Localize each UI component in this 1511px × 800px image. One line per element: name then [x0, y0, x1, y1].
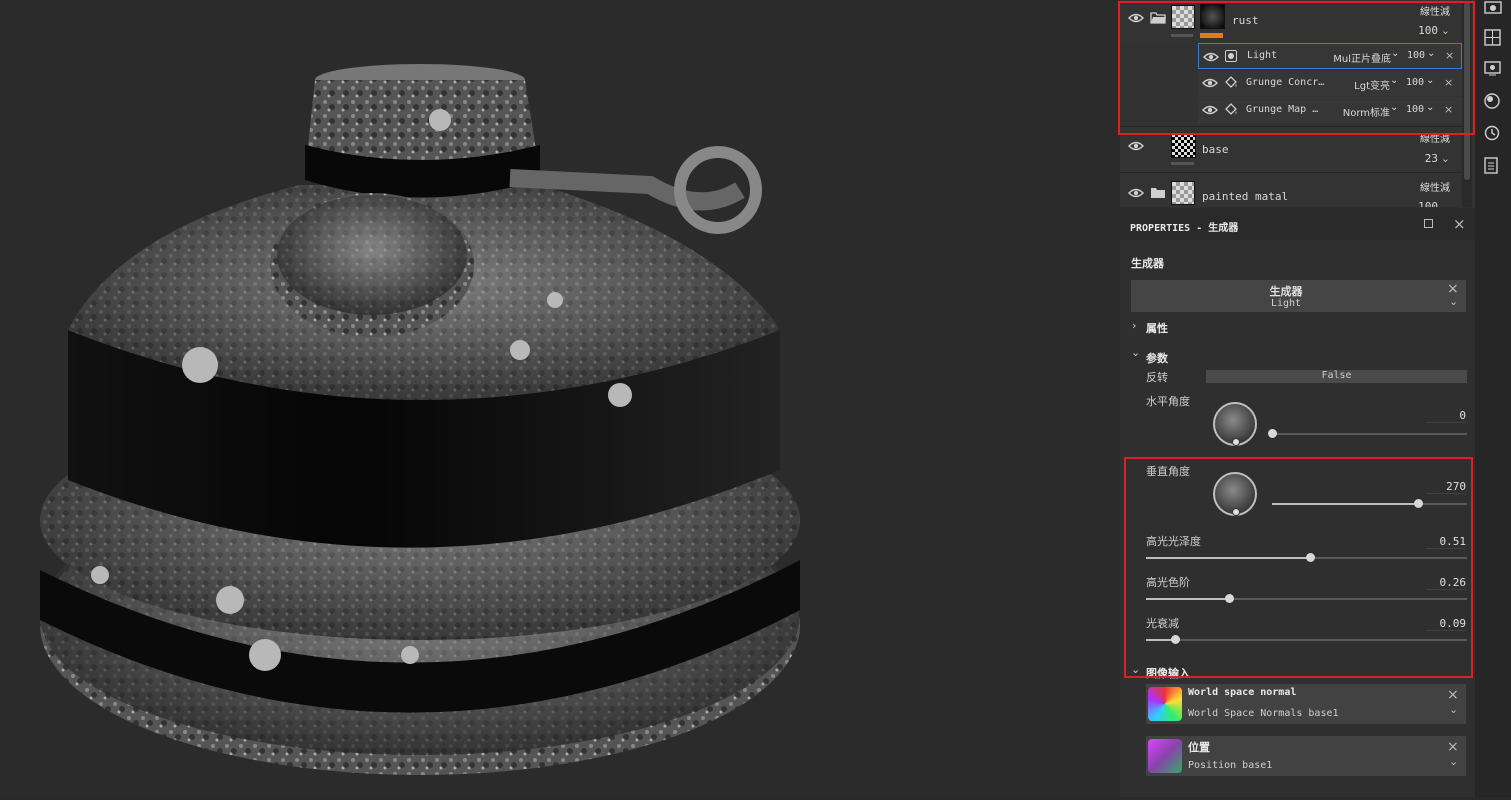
group-params[interactable]: 参数	[1146, 350, 1168, 366]
group-attributes[interactable]: 属性	[1146, 320, 1168, 336]
tool-strip	[1475, 0, 1511, 797]
generator-selector[interactable]: 生成器 Light × ⌄	[1131, 280, 1466, 312]
chevron-right-icon[interactable]: ›	[1132, 319, 1136, 332]
3d-viewport[interactable]	[0, 0, 1120, 797]
input-value: Position base1	[1188, 760, 1273, 771]
thumbnail-bar	[1171, 162, 1194, 165]
invert-toggle[interactable]: False	[1206, 370, 1467, 383]
generator-name: 生成器	[1269, 285, 1303, 298]
properties-title: PROPERTIES - 生成器	[1130, 223, 1239, 234]
invert-value: False	[1321, 370, 1352, 381]
history-icon[interactable]	[1484, 125, 1502, 143]
eye-icon[interactable]	[1128, 140, 1144, 152]
input-value: World Space Normals base1	[1188, 708, 1339, 719]
horizontal-angle-knob[interactable]	[1268, 429, 1277, 438]
folder-icon[interactable]	[1150, 186, 1166, 202]
close-icon[interactable]: ×	[1447, 739, 1459, 755]
chevron-down-icon[interactable]: ⌄	[1131, 346, 1140, 359]
chevron-down-icon[interactable]: ⌄	[1441, 152, 1450, 165]
input-position[interactable]: 位置 Position base1 × ⌄	[1146, 736, 1466, 776]
invert-label: 反转	[1146, 371, 1168, 384]
horizontal-angle-dial[interactable]	[1213, 402, 1257, 446]
layer-name: base	[1202, 143, 1229, 156]
eye-icon[interactable]	[1128, 187, 1144, 199]
input-title: World space normal	[1188, 687, 1297, 698]
shader-settings-icon[interactable]	[1484, 93, 1502, 111]
section-title: 生成器	[1131, 257, 1164, 270]
chevron-down-icon[interactable]: ⌄	[1449, 703, 1458, 716]
layer-painted-matal[interactable]: painted matal 線性減 100	[1120, 172, 1462, 207]
layout-grid-icon[interactable]	[1484, 29, 1502, 47]
generator-value: Light	[1270, 298, 1302, 309]
horizontal-angle-slider[interactable]	[1272, 433, 1467, 435]
layer-mask-thumbnail[interactable]	[1171, 181, 1195, 205]
camera-icon[interactable]	[1484, 0, 1502, 18]
layer-name: painted matal	[1202, 190, 1289, 203]
normal-map-thumbnail	[1148, 687, 1182, 721]
horizontal-angle-label: 水平角度	[1146, 395, 1190, 408]
position-map-thumbnail	[1148, 739, 1182, 773]
rusted-can-render	[40, 64, 800, 775]
undock-icon[interactable]	[1424, 219, 1433, 228]
input-title: 位置	[1188, 741, 1210, 754]
close-icon[interactable]: ×	[1453, 215, 1466, 233]
opacity-value[interactable]: 23	[1425, 152, 1438, 165]
highlight-box-params	[1124, 457, 1473, 678]
close-icon[interactable]: ×	[1447, 687, 1459, 703]
chevron-down-icon[interactable]: ⌄	[1449, 295, 1458, 308]
layer-content-thumbnail[interactable]	[1171, 133, 1196, 158]
chevron-down-icon[interactable]: ⌄	[1449, 755, 1458, 768]
input-world-space-normal[interactable]: World space normal World Space Normals b…	[1146, 684, 1466, 724]
opacity-value[interactable]: 100	[1418, 200, 1438, 207]
blend-mode[interactable]: 線性減	[1420, 179, 1450, 194]
properties-header: PROPERTIES - 生成器 ×	[1120, 208, 1475, 240]
display-settings-icon[interactable]	[1484, 61, 1502, 79]
horizontal-angle-value[interactable]: 0	[1426, 409, 1466, 423]
log-icon[interactable]	[1484, 157, 1502, 175]
highlight-box-layers	[1118, 1, 1475, 135]
